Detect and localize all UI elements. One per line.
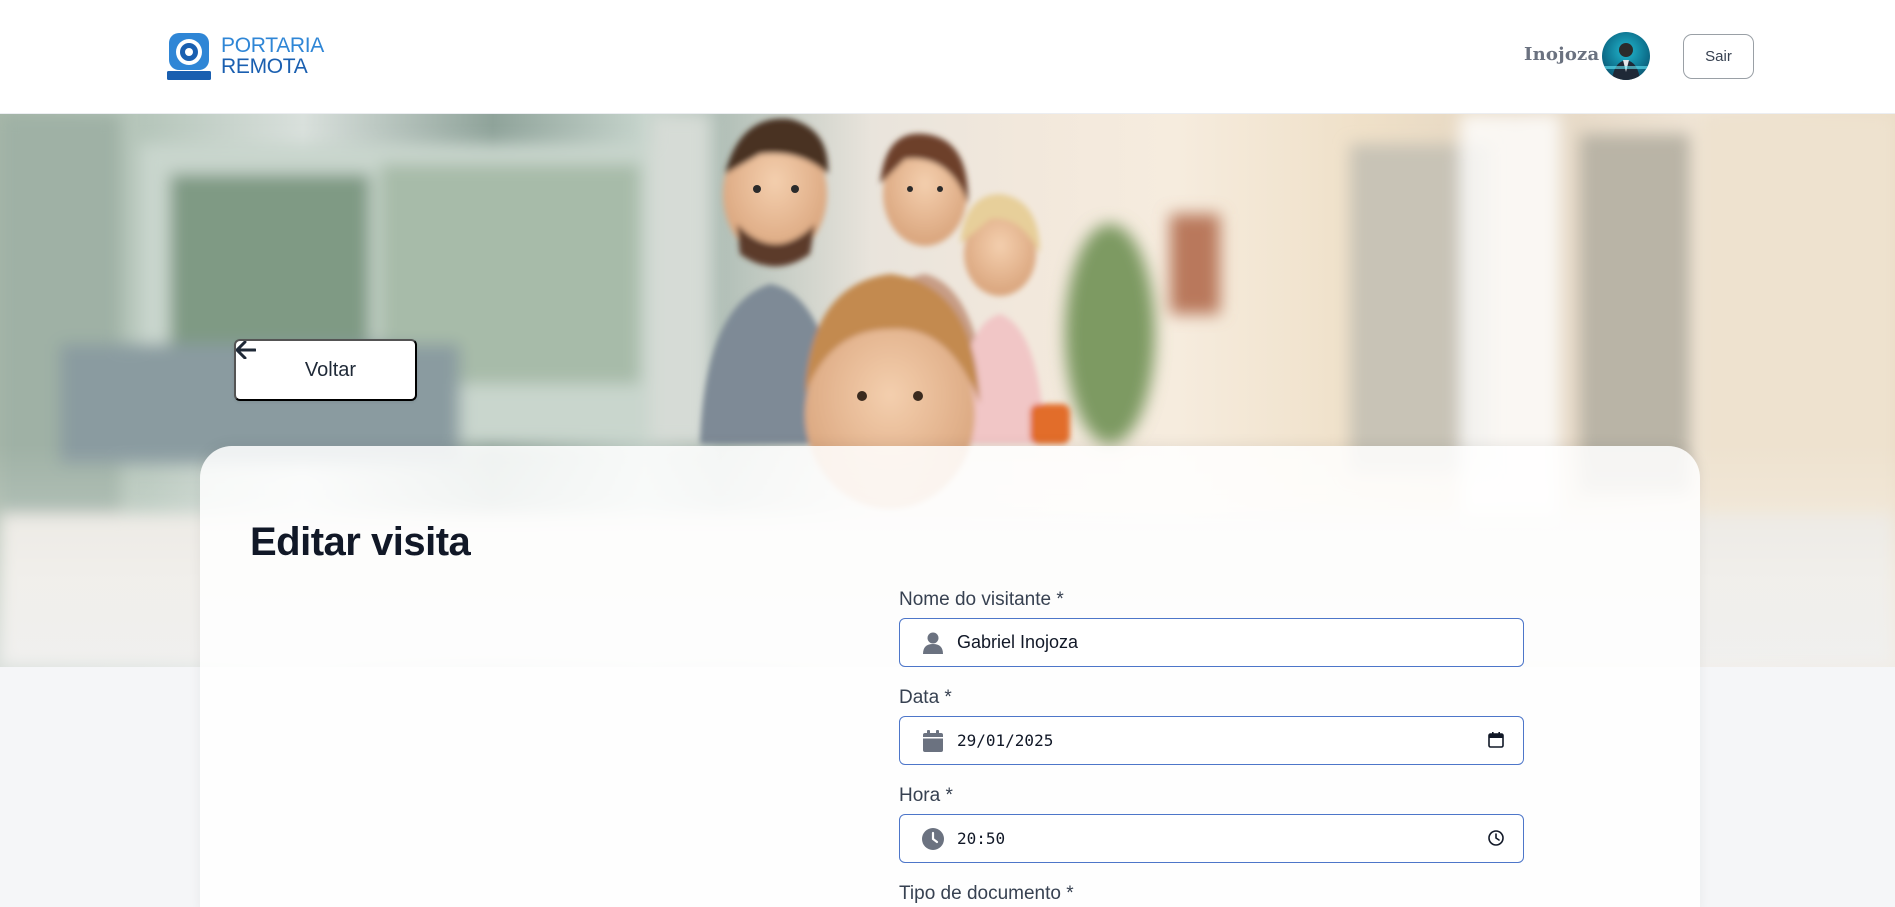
calendar-picker-icon[interactable] [1487,731,1505,749]
brand-line-1: PORTARIA [221,34,325,57]
avatar[interactable] [1602,32,1650,80]
time-label: Hora * [899,785,953,806]
time-value: 20:50 [957,829,1006,848]
user-name: Inojoza [1524,44,1600,65]
brand-line-2: REMOTA [221,55,308,78]
clock-picker-icon[interactable] [1487,829,1505,847]
user-icon [922,632,944,654]
camera-logo-icon [167,32,211,80]
date-value: 29/01/2025 [957,731,1054,750]
back-button[interactable]: Voltar [234,339,417,401]
brand-name: PORTARIA REMOTA [221,35,324,77]
visitor-name-label: Nome do visitante * [899,589,1064,610]
back-button-label: Voltar [304,358,357,381]
brand-logo[interactable]: PORTARIA REMOTA [167,32,324,80]
page-title: Editar visita [250,520,471,564]
visitor-name-input[interactable]: Gabriel Inojoza [899,618,1524,667]
logout-button[interactable]: Sair [1683,34,1754,79]
top-header: PORTARIA REMOTA Inojoza Sair [0,0,1895,114]
document-type-label: Tipo de documento * [899,883,1074,904]
calendar-icon [922,729,944,752]
clock-icon [922,827,944,850]
time-input[interactable]: 20:50 [899,814,1524,863]
date-label: Data * [899,687,952,708]
visitor-name-value: Gabriel Inojoza [957,632,1079,652]
date-input[interactable]: 29/01/2025 [899,716,1524,765]
